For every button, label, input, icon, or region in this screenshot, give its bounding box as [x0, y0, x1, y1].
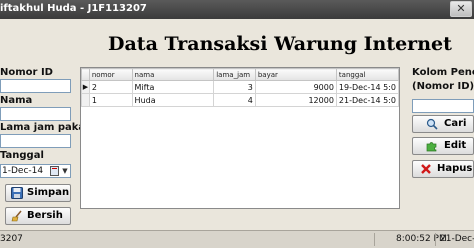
cari-button[interactable]: Cari — [412, 115, 474, 133]
column-header-nomor[interactable]: nomor — [88, 68, 133, 81]
search-nomor-id-input[interactable] — [412, 99, 474, 113]
search-label-line2: (Nomor ID) — [412, 81, 474, 92]
bersih-label: Bersih — [27, 210, 63, 221]
cari-label: Cari — [444, 118, 467, 129]
broom-icon — [11, 210, 22, 222]
edit-button[interactable]: Edit — [412, 137, 474, 155]
tanggal-label: Tanggal — [0, 150, 44, 161]
edit-label: Edit — [444, 140, 467, 151]
floppy-disk-icon — [11, 187, 23, 199]
hapus-label: Hapus — [437, 163, 473, 174]
column-header-tanggal[interactable]: tanggal — [335, 68, 400, 81]
row-header-corner — [81, 68, 90, 81]
column-header-lama-jam[interactable]: lama_jam — [213, 68, 256, 81]
row-header — [81, 93, 90, 107]
magnifier-icon — [426, 118, 438, 130]
cell-nama[interactable]: Mifta — [131, 80, 215, 94]
cell-lama-jam[interactable]: 4 — [213, 93, 256, 107]
cell-nomor[interactable]: 2 — [88, 80, 133, 94]
table-row[interactable]: ▶ 2 Mifta 3 9000 19-Dec-14 5:0 — [81, 80, 400, 94]
column-header-bayar[interactable]: bayar — [254, 68, 337, 81]
tanggal-date-picker[interactable]: 1-Dec-14 ▼ — [0, 164, 71, 178]
cell-nama[interactable]: Huda — [131, 93, 215, 107]
tanggal-value: 1-Dec-14 — [2, 166, 44, 176]
chevron-down-icon[interactable]: ▼ — [60, 165, 70, 177]
cell-bayar[interactable]: 9000 — [254, 80, 337, 94]
simpan-button[interactable]: Simpan — [5, 184, 71, 202]
nomor-id-input[interactable] — [0, 79, 71, 93]
nama-label: Nama — [0, 95, 33, 106]
cell-tanggal[interactable]: 19-Dec-14 5:0 — [335, 80, 400, 94]
hapus-button[interactable]: Hapus — [412, 160, 474, 178]
cell-nomor[interactable]: 1 — [88, 93, 133, 107]
status-date: 21-Dec-14 — [440, 234, 474, 244]
page-title: Data Transaksi Warung Internet — [108, 33, 452, 55]
table-header-row: nomor nama lama_jam bayar tanggal — [81, 68, 400, 81]
status-divider — [435, 233, 436, 246]
window-title-bar: iftakhul Huda - J1F113207 ✕ — [0, 0, 474, 19]
cell-bayar[interactable]: 12000 — [254, 93, 337, 107]
simpan-label: Simpan — [27, 187, 70, 198]
puzzle-piece-icon — [426, 142, 437, 152]
calendar-icon[interactable] — [50, 166, 59, 176]
lama-jam-label: Lama jam pakai — [0, 122, 89, 133]
data-grid[interactable]: nomor nama lama_jam bayar tanggal ▶ 2 Mi… — [81, 68, 400, 107]
window-close-button[interactable]: ✕ — [450, 1, 472, 17]
search-label-line1: Kolom Pencari — [412, 67, 474, 78]
nomor-id-label: Nomor ID — [0, 67, 53, 78]
status-bar: 3207 8:00:52 PM 21-Dec-14 — [0, 230, 474, 248]
status-user: 3207 — [0, 234, 23, 244]
lama-jam-input[interactable] — [0, 134, 71, 148]
bersih-button[interactable]: Bersih — [5, 207, 71, 225]
close-icon: ✕ — [456, 2, 466, 15]
window-title: iftakhul Huda - J1F113207 — [0, 3, 147, 14]
status-divider — [374, 233, 375, 246]
table-row[interactable]: 1 Huda 4 12000 21-Dec-14 5:0 — [81, 93, 400, 107]
current-row-indicator-icon: ▶ — [81, 80, 90, 94]
nama-input[interactable] — [0, 107, 71, 121]
cell-lama-jam[interactable]: 3 — [213, 80, 256, 94]
red-x-icon — [421, 164, 431, 174]
cell-tanggal[interactable]: 21-Dec-14 5:0 — [335, 93, 400, 107]
transaksi-table[interactable]: nomor nama lama_jam bayar tanggal ▶ 2 Mi… — [80, 67, 400, 209]
column-header-nama[interactable]: nama — [131, 68, 215, 81]
